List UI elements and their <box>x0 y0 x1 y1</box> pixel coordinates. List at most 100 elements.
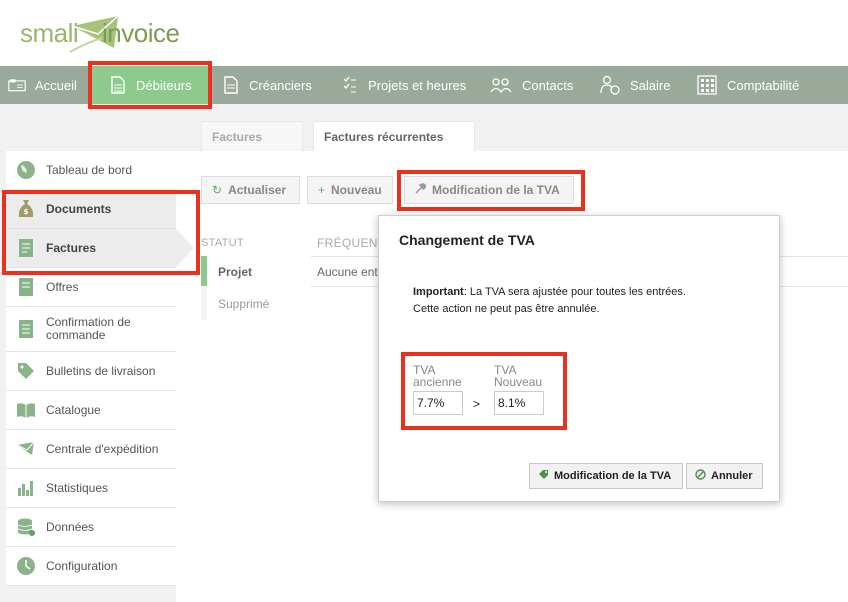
status-item-supprime[interactable]: Supprimé <box>218 297 269 311</box>
dialog-message: Important: La TVA sera ajustée pour tout… <box>413 284 686 318</box>
old-vat-label: TVA ancienne <box>413 364 462 388</box>
sidebar-item-label: Confirmation de commande <box>46 315 131 342</box>
nav-label: Comptabilité <box>727 77 800 93</box>
nav-label: Créanciers <box>249 77 312 93</box>
logo-text-invoice: invoice <box>102 18 180 48</box>
mail-icon <box>16 439 36 459</box>
sidebar-item-label: Bulletins de livraison <box>46 363 156 378</box>
new-vat-label: TVA Nouveau <box>494 364 542 388</box>
status-marker <box>201 286 207 320</box>
sidebar-item-centrale-expedition[interactable]: Centrale d'expédition <box>6 430 176 469</box>
sidebar-item-documents[interactable]: $ Documents <box>6 190 176 229</box>
sidebar-item-bulletins-livraison[interactable]: Bulletins de livraison <box>6 352 176 391</box>
important-label: Important <box>413 286 464 298</box>
offer-icon <box>16 277 36 297</box>
sidebar-item-label: Statistiques <box>46 480 109 495</box>
tab-label: Factures récurrentes <box>324 129 444 144</box>
nav-item-salaire[interactable]: Salaire <box>599 66 670 104</box>
old-vat-input[interactable] <box>413 391 463 415</box>
tab-factures-recurrentes[interactable]: Factures récurrentes <box>313 121 475 151</box>
cancel-button[interactable]: Annuler <box>686 463 763 489</box>
nav-label: Projets et heures <box>368 77 467 93</box>
sidebar-item-donnees[interactable]: Données <box>6 508 176 547</box>
confirm-vat-change-button[interactable]: Modification de la TVA <box>529 463 683 489</box>
new-vat-input[interactable] <box>494 391 544 415</box>
sidebar-item-offres[interactable]: Offres <box>6 268 176 307</box>
vat-change-dialog: Changement de TVA Important: La TVA sera… <box>378 215 780 502</box>
old-vat-label-line2: ancienne <box>413 375 462 389</box>
sidebar-item-factures[interactable]: Factures <box>6 229 194 268</box>
vat-change-button[interactable]: Modification de la TVA <box>404 176 574 204</box>
clock-icon <box>16 556 36 576</box>
cancel-icon <box>695 469 706 483</box>
refresh-button[interactable]: ↻ Actualiser <box>201 176 300 204</box>
message-line-2: Cette action ne peut pas être annulée. <box>413 303 600 315</box>
sidebar-item-label: Factures <box>46 240 97 255</box>
nav-item-contacts[interactable]: Contacts <box>489 66 573 104</box>
wrench-icon <box>415 183 426 197</box>
sidebar-item-label: Offres <box>46 279 79 294</box>
button-label: Modification de la TVA <box>554 470 672 482</box>
column-header-frequency: FRÉQUENC <box>317 236 387 250</box>
sidebar-item-label: Documents <box>46 201 112 216</box>
people-icon <box>489 76 513 94</box>
selected-arrow-icon <box>176 229 194 267</box>
sidebar-item-configuration[interactable]: Configuration <box>6 547 176 586</box>
nav-item-comptabilite[interactable]: Comptabilité <box>696 66 799 104</box>
sidebar-item-tableau-de-bord[interactable]: Tableau de bord <box>6 151 176 190</box>
tag-icon <box>538 469 549 483</box>
dialog-title: Changement de TVA <box>399 232 535 248</box>
nav-label: Salaire <box>630 77 671 93</box>
status-item-projet[interactable]: Projet <box>218 265 252 279</box>
sidebar-item-label: Données <box>46 519 95 534</box>
arrow-separator: > <box>473 397 481 411</box>
main-nav: Accueil Débiteurs Créanciers Projets et … <box>0 66 848 104</box>
tab-factures[interactable]: Factures <box>201 121 303 151</box>
checklist-icon <box>341 76 359 94</box>
sidebar-item-catalogue[interactable]: Catalogue <box>6 391 176 430</box>
nav-item-debiteurs[interactable]: Débiteurs <box>92 66 208 104</box>
invoice-icon <box>16 238 36 258</box>
button-label: Nouveau <box>331 183 382 197</box>
bar-chart-icon <box>16 478 36 498</box>
book-icon <box>16 400 36 420</box>
new-button[interactable]: + Nouveau <box>307 176 393 204</box>
document-icon <box>109 76 127 94</box>
nav-item-accueil[interactable]: Accueil <box>8 66 77 104</box>
sidebar-item-label: Configuration <box>46 558 118 573</box>
home-icon <box>8 76 26 94</box>
nav-label: Accueil <box>35 77 77 93</box>
refresh-icon: ↻ <box>212 183 223 197</box>
order-icon <box>16 319 36 339</box>
globe-icon <box>16 160 36 180</box>
money-bag-icon: $ <box>16 199 36 219</box>
button-label: Annuler <box>711 470 753 482</box>
sidebar-item-confirmation-commande[interactable]: Confirmation de commande <box>6 307 176 352</box>
smallinvoice-logo[interactable]: small invoice <box>20 12 180 58</box>
sidebar-item-label: Catalogue <box>46 402 101 417</box>
tag-icon <box>16 361 36 381</box>
nav-item-creanciers[interactable]: Créanciers <box>222 66 312 104</box>
svg-text:$: $ <box>24 208 29 216</box>
person-money-icon <box>599 75 621 95</box>
sidebar-item-label: Tableau de bord <box>46 162 133 177</box>
sidebar-item-label: Centrale d'expédition <box>46 441 159 456</box>
nav-item-projets[interactable]: Projets et heures <box>341 66 466 104</box>
database-icon <box>16 517 36 537</box>
status-active-marker <box>201 256 207 286</box>
empty-list-text: Aucune ent <box>317 265 378 279</box>
nav-label: Débiteurs <box>136 77 192 93</box>
new-vat-label-line2: Nouveau <box>494 375 543 389</box>
message-line-1: : La TVA sera ajustée pour toutes les en… <box>463 286 686 298</box>
calculator-icon <box>696 75 718 95</box>
document-icon <box>222 76 240 94</box>
nav-label: Contacts <box>522 77 574 93</box>
sidebar: Tableau de bord $ Documents Factures Off… <box>6 151 194 586</box>
button-label: Actualiser <box>228 183 287 197</box>
plus-icon: + <box>318 183 326 197</box>
tab-label: Factures <box>212 129 263 144</box>
sidebar-item-statistiques[interactable]: Statistiques <box>6 469 176 508</box>
column-header-status: STATUT <box>201 237 244 249</box>
button-label: Modification de la TVA <box>432 183 560 197</box>
app-header: small invoice <box>0 0 848 66</box>
